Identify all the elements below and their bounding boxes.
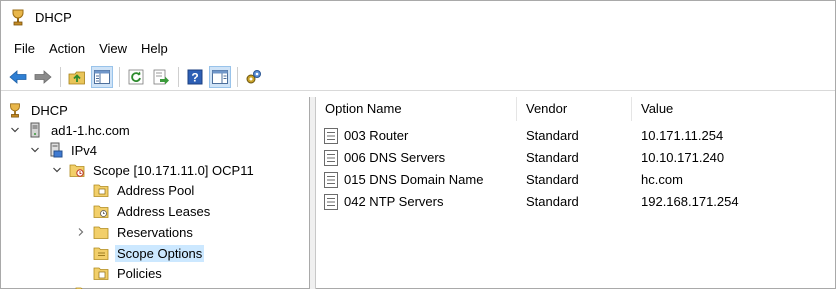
forward-arrow-icon bbox=[34, 69, 52, 84]
folder-icon bbox=[75, 285, 91, 289]
option-icon bbox=[324, 194, 338, 210]
tree-node-dhcp[interactable]: DHCP bbox=[7, 100, 70, 120]
toolbar-separator bbox=[178, 66, 179, 87]
cell-option-name: 042 NTP Servers bbox=[344, 194, 444, 209]
console-tree: DHCP ad1-1.hc.com IPv4 Scope [10.171.11.… bbox=[1, 97, 310, 289]
export-list-icon bbox=[153, 69, 169, 84]
chevron-down-icon[interactable] bbox=[51, 164, 63, 176]
folder-icon bbox=[93, 224, 109, 240]
column-divider[interactable] bbox=[516, 97, 517, 121]
column-header-value[interactable]: Value bbox=[641, 101, 673, 116]
up-folder-icon bbox=[68, 71, 85, 84]
cell-option-name: 003 Router bbox=[344, 128, 409, 143]
show-hide-action-pane-button[interactable] bbox=[209, 65, 231, 88]
chevron-down-icon[interactable] bbox=[9, 124, 21, 136]
window-title: DHCP bbox=[35, 9, 72, 25]
toolbar-separator bbox=[237, 66, 238, 87]
tree-label: Reservations bbox=[117, 224, 193, 240]
show-hide-console-tree-icon bbox=[94, 69, 110, 84]
help-icon: ? bbox=[187, 69, 203, 84]
menu-action[interactable]: Action bbox=[42, 39, 92, 58]
tree-node-scope-options[interactable]: Scope Options bbox=[93, 243, 205, 263]
tree-label: Address Pool bbox=[117, 182, 195, 198]
cell-vendor: Standard bbox=[526, 172, 579, 187]
dhcp-console-window: DHCP File Action View Help ? DHCP ad1-1.… bbox=[0, 0, 836, 289]
tree-label: DHCP bbox=[31, 102, 68, 118]
tree-node-ipv4[interactable]: IPv4 bbox=[29, 140, 99, 160]
dhcp-icon bbox=[9, 8, 27, 26]
cell-vendor: Standard bbox=[526, 128, 579, 143]
help-button[interactable]: ? bbox=[184, 66, 206, 88]
option-icon bbox=[324, 128, 338, 144]
column-header-vendor[interactable]: Vendor bbox=[526, 101, 567, 116]
table-row[interactable]: 015 DNS Domain Name Standard hc.com bbox=[316, 169, 835, 191]
forward-button[interactable] bbox=[32, 66, 54, 88]
ipv4-icon bbox=[47, 142, 63, 158]
menu-help[interactable]: Help bbox=[134, 39, 175, 58]
back-button[interactable] bbox=[7, 66, 29, 88]
cell-vendor: Standard bbox=[526, 194, 579, 209]
tree-label: Scope [10.171.11.0] OCP11 bbox=[93, 162, 254, 178]
refresh-icon bbox=[128, 69, 144, 84]
title-bar: DHCP bbox=[1, 1, 835, 33]
column-header-option-name[interactable]: Option Name bbox=[325, 101, 402, 116]
tree-label: Scope Options bbox=[115, 244, 205, 262]
tree-node-address-leases[interactable]: Address Leases bbox=[93, 201, 212, 221]
chevron-right-icon[interactable] bbox=[75, 226, 87, 238]
tree-label: ad1-1.hc.com bbox=[51, 122, 130, 138]
table-row[interactable]: 003 Router Standard 10.171.11.254 bbox=[316, 125, 835, 147]
option-icon bbox=[324, 172, 338, 188]
dhcp-icon bbox=[7, 102, 23, 118]
back-arrow-icon bbox=[9, 69, 27, 84]
option-icon bbox=[324, 150, 338, 166]
cell-value: 10.171.11.254 bbox=[641, 128, 724, 143]
export-list-button[interactable] bbox=[150, 66, 172, 88]
server-icon bbox=[27, 122, 43, 138]
table-row[interactable]: 042 NTP Servers Standard 192.168.171.254 bbox=[316, 191, 835, 213]
tree-node-reservations[interactable]: Reservations bbox=[75, 222, 195, 242]
cell-option-name: 006 DNS Servers bbox=[344, 150, 446, 165]
folder-icon bbox=[93, 182, 109, 198]
folder-icon bbox=[93, 245, 109, 261]
list-header: Option Name Vendor Value bbox=[316, 97, 835, 121]
table-row[interactable]: 006 DNS Servers Standard 10.10.171.240 bbox=[316, 147, 835, 169]
chevron-down-icon[interactable] bbox=[29, 144, 41, 156]
toolbar-separator bbox=[119, 66, 120, 87]
folder-icon bbox=[93, 203, 109, 219]
cell-value: 192.168.171.254 bbox=[641, 194, 739, 209]
show-hide-console-tree-button[interactable] bbox=[91, 65, 113, 88]
up-one-level-button[interactable] bbox=[66, 66, 88, 88]
menu-bar: File Action View Help bbox=[1, 37, 175, 59]
tree-node-address-pool[interactable]: Address Pool bbox=[93, 180, 196, 200]
toolbar-separator bbox=[60, 66, 61, 87]
cell-value: hc.com bbox=[641, 172, 683, 187]
cell-vendor: Standard bbox=[526, 150, 579, 165]
options-list-view: Option Name Vendor Value 003 Router Stan… bbox=[315, 97, 835, 289]
cell-option-name: 015 DNS Domain Name bbox=[344, 172, 484, 187]
menu-view[interactable]: View bbox=[92, 39, 134, 58]
toolbar: ? bbox=[1, 63, 835, 91]
menu-file[interactable]: File bbox=[7, 39, 42, 58]
dhcp-options-icon bbox=[246, 69, 261, 83]
tree-node-scope[interactable]: Scope [10.171.11.0] OCP11 bbox=[51, 160, 256, 180]
show-action-pane-icon bbox=[212, 69, 228, 84]
scope-folder-icon bbox=[69, 162, 85, 178]
cell-value: 10.10.171.240 bbox=[641, 150, 725, 165]
tree-label: Policies bbox=[117, 265, 162, 281]
tree-node-server[interactable]: ad1-1.hc.com bbox=[9, 120, 132, 140]
tree-label: IPv4 bbox=[71, 142, 98, 158]
tree-node-partial bbox=[75, 283, 97, 289]
tree-node-policies[interactable]: Policies bbox=[93, 263, 164, 283]
column-divider[interactable] bbox=[631, 97, 632, 121]
tree-label: Address Leases bbox=[117, 203, 211, 219]
svg-text:?: ? bbox=[191, 70, 198, 84]
refresh-button[interactable] bbox=[125, 66, 147, 88]
folder-icon bbox=[93, 265, 109, 281]
dhcp-options-button[interactable] bbox=[243, 66, 265, 88]
